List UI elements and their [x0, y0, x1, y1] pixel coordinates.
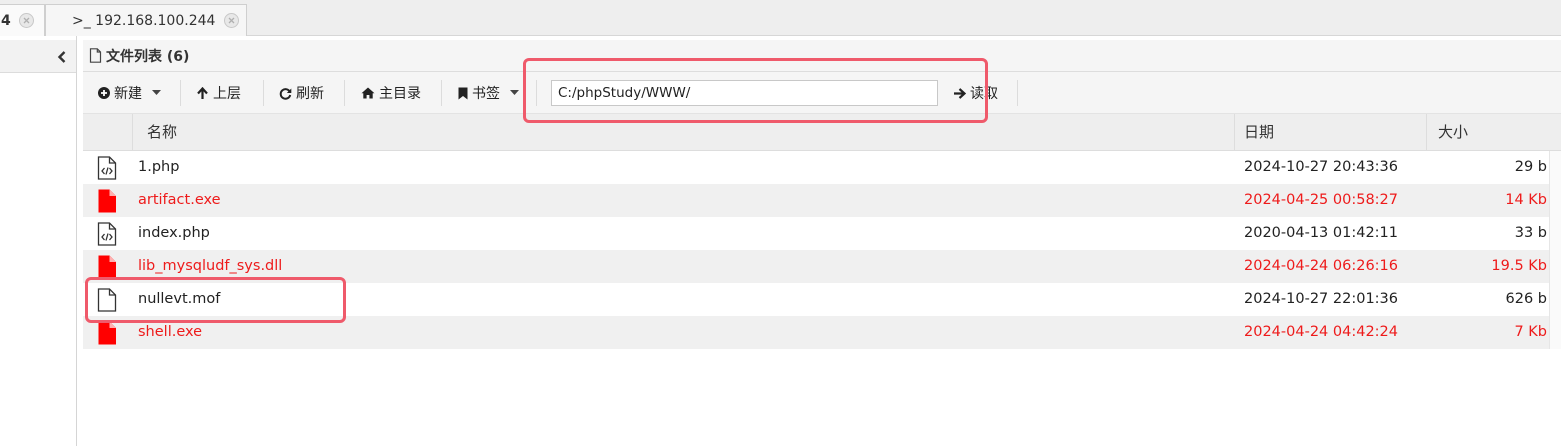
file-list-header: 文件列表 (6) — [83, 40, 1561, 72]
close-icon[interactable] — [19, 13, 34, 28]
file-name[interactable]: artifact.exe — [138, 184, 221, 217]
file-date: 2024-04-24 06:26:16 — [1244, 258, 1398, 274]
php-file-icon — [97, 222, 117, 246]
file-date: 2024-04-25 00:58:27 — [1244, 192, 1398, 208]
file-name[interactable]: index.php — [138, 217, 210, 250]
caret-down-icon — [510, 90, 519, 95]
file-size: 29 b — [1514, 159, 1547, 175]
plus-circle-icon — [98, 87, 110, 99]
table-header: 名称 日期 大小 — [83, 114, 1561, 151]
file-name[interactable]: 1.php — [138, 151, 179, 184]
table-row[interactable]: lib_mysqludf_sys.dll 2024-04-24 06:26:16… — [83, 250, 1561, 283]
toolbar-divider — [180, 80, 181, 106]
close-icon[interactable] — [224, 13, 239, 28]
table-row[interactable]: nullevt.mof 2024-10-27 22:01:36 626 b — [83, 283, 1561, 316]
toolbar-divider — [536, 80, 537, 106]
refresh-button-label: 刷新 — [296, 86, 324, 102]
file-table-body: 1.php 2024-10-27 20:43:36 29 b artifact.… — [83, 151, 1561, 349]
column-header-size[interactable]: 大小 — [1438, 114, 1468, 151]
file-size: 19.5 Kb — [1491, 258, 1547, 274]
chevron-left-icon[interactable] — [56, 50, 68, 64]
scrollbar[interactable] — [1549, 151, 1561, 349]
table-row[interactable]: index.php 2020-04-13 01:42:11 33 b — [83, 217, 1561, 250]
file-size: 14 Kb — [1505, 192, 1547, 208]
dll-file-icon — [97, 255, 117, 279]
tab-label: 4 — [1, 12, 11, 29]
new-button[interactable]: 新建 — [98, 80, 165, 106]
column-divider — [1234, 114, 1235, 151]
home-icon — [361, 87, 375, 99]
bookmark-icon — [458, 87, 468, 99]
home-button[interactable]: 主目录 — [361, 80, 421, 106]
file-name[interactable]: nullevt.mof — [138, 283, 220, 316]
arrow-up-icon — [197, 86, 208, 99]
exe-file-icon — [97, 189, 117, 213]
table-row[interactable]: shell.exe 2024-04-24 04:42:24 7 Kb — [83, 316, 1561, 349]
blank-file-icon — [97, 288, 117, 312]
document-icon — [89, 48, 102, 63]
tab-label: >_ 192.168.100.244 — [72, 12, 216, 29]
table-row[interactable]: artifact.exe 2024-04-25 00:58:27 14 Kb — [83, 184, 1561, 217]
tab-terminal[interactable]: >_ 192.168.100.244 — [45, 4, 247, 36]
arrow-right-icon — [954, 87, 966, 99]
toolbar-divider — [263, 80, 264, 106]
read-button-label: 读取 — [970, 86, 998, 102]
up-button[interactable]: 上层 — [196, 80, 241, 106]
php-file-icon — [97, 156, 117, 180]
refresh-icon — [279, 87, 292, 100]
home-button-label: 主目录 — [379, 86, 421, 102]
file-date: 2020-04-13 01:42:11 — [1244, 225, 1398, 241]
panel-title: 文件列表 (6) — [106, 48, 190, 65]
toolbar-divider — [1017, 80, 1018, 106]
tab-partial[interactable]: 4 — [0, 4, 45, 36]
file-date: 2024-10-27 22:01:36 — [1244, 291, 1398, 307]
file-size: 7 Kb — [1514, 324, 1547, 340]
file-size: 33 b — [1514, 225, 1547, 241]
toolbar-divider — [441, 80, 442, 106]
toolbar: 新建 上层 刷新 主目录 书签 读取 — [83, 72, 1561, 114]
icon-column-header — [83, 114, 133, 151]
column-header-name[interactable]: 名称 — [147, 114, 177, 151]
file-name[interactable]: shell.exe — [138, 316, 202, 349]
file-size: 626 b — [1505, 291, 1548, 307]
exe-file-icon — [97, 321, 117, 345]
column-header-date[interactable]: 日期 — [1244, 114, 1274, 151]
left-panel-header — [0, 40, 76, 73]
file-date: 2024-04-24 04:42:24 — [1244, 324, 1398, 340]
left-panel — [0, 36, 77, 446]
up-button-label: 上层 — [213, 86, 241, 102]
path-input[interactable] — [551, 80, 938, 106]
column-divider — [1426, 114, 1427, 151]
bookmark-button-label: 书签 — [472, 86, 500, 102]
caret-down-icon — [152, 90, 161, 95]
refresh-button[interactable]: 刷新 — [279, 80, 324, 106]
toolbar-divider — [344, 80, 345, 106]
table-row[interactable]: 1.php 2024-10-27 20:43:36 29 b — [83, 151, 1561, 184]
tab-bar: 4 >_ 192.168.100.244 — [0, 0, 1561, 36]
new-button-label: 新建 — [114, 86, 142, 102]
bookmark-button[interactable]: 书签 — [458, 80, 523, 106]
file-date: 2024-10-27 20:43:36 — [1244, 159, 1398, 175]
file-name[interactable]: lib_mysqludf_sys.dll — [138, 250, 282, 283]
read-button[interactable]: 读取 — [953, 80, 998, 106]
